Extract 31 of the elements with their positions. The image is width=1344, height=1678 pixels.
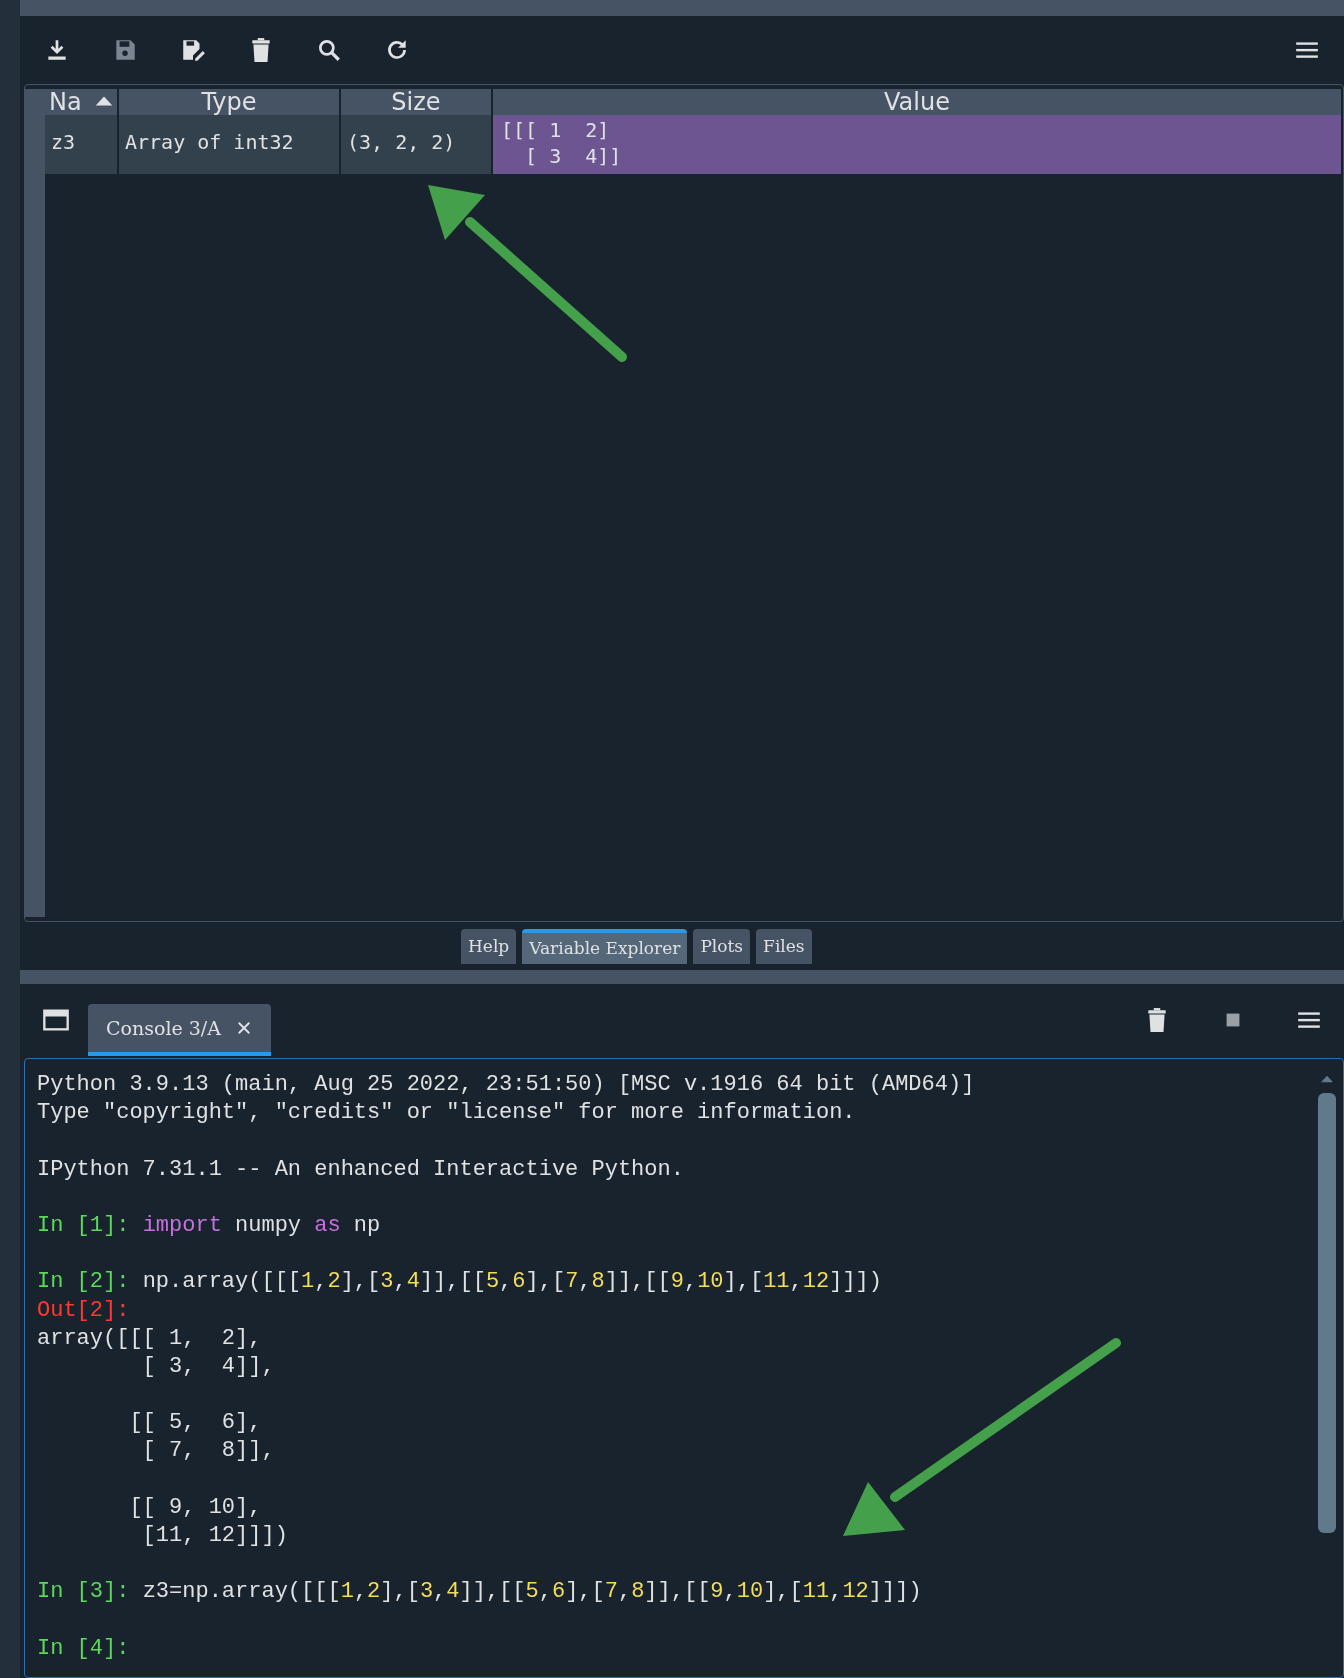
- table-cell: (3, 2, 2): [341, 115, 493, 174]
- column-header[interactable]: Type: [119, 89, 341, 115]
- table-cell: z3: [45, 115, 119, 174]
- console-line: In [3]: z3=np.array([[[1,2],[3,4]],[[5,6],[7,8]],[[9,10],[11,12]]]): [37, 1578, 923, 1607]
- scrollbar-thumb[interactable]: [1318, 1093, 1336, 1533]
- table-cell: [[[ 1 2] [ 3 4]]: [493, 115, 1343, 174]
- column-header[interactable]: Size: [341, 89, 493, 115]
- console-line: In [2]: np.array([[[1,2],[3,4]],[[5,6],[7,8]],[[9,10],[11,12]]]): [37, 1268, 883, 1297]
- console-line: Type "copyright", "credits" or "license" for more information.: [37, 1099, 857, 1128]
- console-line: [ 3, 4]],: [141, 1352, 276, 1381]
- console-line: [11, 12]]]): [141, 1522, 289, 1550]
- close-icon[interactable]: [235, 1019, 253, 1037]
- console-line: Python 3.9.13 (main, Aug 25 2022, 23:51:50) [MSC v.1916 64 bit (AMD64)]: [37, 1071, 976, 1099]
- search-icon[interactable]: [316, 37, 342, 63]
- console-line: [ 7, 8]],: [141, 1437, 276, 1466]
- column-header[interactable]: Na: [45, 89, 119, 115]
- console-line: In [4]:: [37, 1634, 131, 1663]
- console-line: [[ 9, 10],: [128, 1493, 263, 1522]
- console-line: array([[[ 1, 2],: [37, 1324, 263, 1353]
- console-line: In [1]: import numpy as np: [37, 1211, 382, 1240]
- table-cell: Array of int32: [119, 115, 341, 174]
- console-line: Out[2]:: [37, 1296, 131, 1325]
- console-tab[interactable]: Console 3/A: [88, 1004, 271, 1056]
- pane-tab[interactable]: Plots: [693, 929, 751, 964]
- pane-tab[interactable]: Variable Explorer: [522, 929, 688, 964]
- pane-tab[interactable]: Help: [461, 929, 517, 964]
- console-line: [[ 5, 6],: [128, 1409, 263, 1438]
- pane-tab[interactable]: Files: [756, 929, 812, 964]
- column-header[interactable]: Value: [493, 89, 1343, 115]
- console-line: IPython 7.31.1 -- An enhanced Interactive Python.: [37, 1155, 685, 1184]
- save-edit-icon[interactable]: [180, 37, 206, 63]
